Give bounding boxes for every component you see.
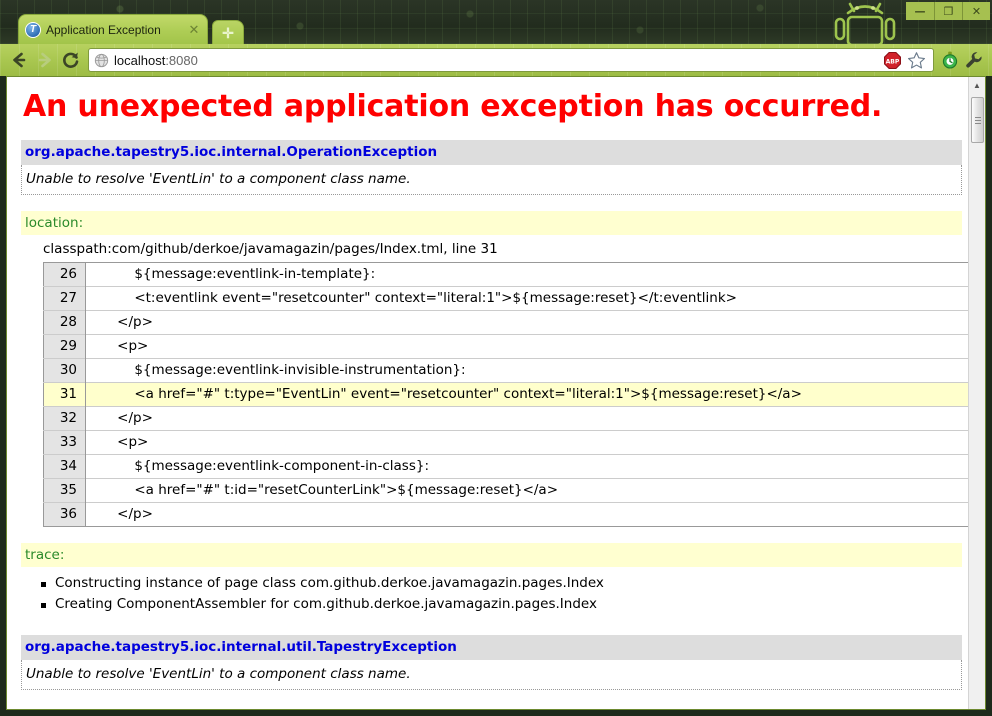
line-number: 31 xyxy=(43,382,86,407)
new-tab-button[interactable]: ✛ xyxy=(212,20,244,44)
table-row: 35 <a href="#" t:id="resetCounterLink">$… xyxy=(43,478,970,503)
adblock-plus-icon[interactable]: ABP xyxy=(880,49,904,71)
line-number: 29 xyxy=(43,334,86,359)
star-outline-icon[interactable] xyxy=(904,49,928,71)
tapestry-favicon-icon: T xyxy=(25,21,41,38)
table-row: 32 </p> xyxy=(43,406,970,431)
line-number: 32 xyxy=(43,406,86,431)
list-item: Creating ComponentAssembler for com.gith… xyxy=(41,594,962,615)
table-row: 33 <p> xyxy=(43,430,970,455)
table-row: 26 ${message:eventlink-in-template}: xyxy=(43,262,970,287)
wrench-menu-icon[interactable] xyxy=(962,48,986,72)
tab-application-exception[interactable]: T Application Exception ✕ xyxy=(18,14,208,44)
browser-toolbar: localhost:8080 ABP xyxy=(0,44,992,76)
exception-class-name: org.apache.tapestry5.ioc.internal.util.T… xyxy=(21,635,962,660)
close-icon[interactable]: ✕ xyxy=(187,23,201,36)
table-row: 29 <p> xyxy=(43,334,970,359)
line-number: 35 xyxy=(43,478,86,503)
line-code: ${message:eventlink-in-template}: xyxy=(100,266,376,282)
browser-window: — ❐ ✕ T Application Exception ✕ ✛ localh… xyxy=(0,0,992,716)
exception-class-name: org.apache.tapestry5.ioc.internal.Operat… xyxy=(21,140,962,165)
svg-text:ABP: ABP xyxy=(885,58,899,65)
table-row: 36 </p> xyxy=(43,502,970,527)
url-text: localhost:8080 xyxy=(114,53,198,68)
line-code: <a href="#" t:type="EventLin" event="res… xyxy=(85,382,970,407)
window-controls: — ❐ ✕ xyxy=(906,2,990,20)
line-code: </p> xyxy=(85,310,970,335)
list-item: Constructing instance of page class com.… xyxy=(41,573,962,594)
exception-message: Unable to resolve 'EventLin' to a compon… xyxy=(21,660,962,690)
scrollbar-thumb[interactable] xyxy=(971,97,984,143)
table-row: 27 <t:eventlink event="resetcounter" con… xyxy=(43,286,970,311)
url-host: localhost xyxy=(114,52,166,68)
table-row: 34 ${message:eventlink-component-in-clas… xyxy=(43,454,970,479)
line-code: <t:eventlink event="resetcounter" contex… xyxy=(85,286,970,311)
table-row: 30 ${message:eventlink-invisible-instrum… xyxy=(43,358,970,383)
minimize-button[interactable]: — xyxy=(906,2,934,20)
globe-icon xyxy=(94,53,109,67)
line-number: 33 xyxy=(43,430,86,455)
page-viewport: An unexpected application exception has … xyxy=(6,76,986,710)
close-button[interactable]: ✕ xyxy=(962,2,990,20)
trace-label: trace: xyxy=(21,543,962,567)
line-code: ${message:eventlink-component-in-class}: xyxy=(85,454,970,479)
vertical-scrollbar[interactable]: ▲ xyxy=(968,77,985,709)
line-number: 34 xyxy=(43,454,86,479)
tab-strip: T Application Exception ✕ ✛ xyxy=(0,14,992,44)
line-number: 30 xyxy=(43,358,86,383)
line-number: 26 xyxy=(43,262,86,287)
code-listing-body: 26 ${message:eventlink-in-template}: 27 … xyxy=(43,262,970,527)
maximize-button[interactable]: ❐ xyxy=(934,2,962,20)
green-extension-icon[interactable] xyxy=(938,48,962,72)
line-code: </p> xyxy=(85,502,970,527)
table-row: 28 </p> xyxy=(43,310,970,335)
forward-arrow-icon xyxy=(32,47,58,73)
exception-message: Unable to resolve 'EventLin' to a compon… xyxy=(21,165,962,195)
exception-page: An unexpected application exception has … xyxy=(7,77,970,709)
line-code: <p> xyxy=(85,334,970,359)
line-number: 27 xyxy=(43,286,86,311)
tab-title: Application Exception xyxy=(46,22,161,37)
table-row-error-line: 31 <a href="#" t:type="EventLin" event="… xyxy=(43,382,970,407)
line-code: </p> xyxy=(85,406,970,431)
page-title: An unexpected application exception has … xyxy=(23,89,883,124)
line-code: <p> xyxy=(85,430,970,455)
location-label: location: xyxy=(21,211,962,235)
line-number: 28 xyxy=(43,310,86,335)
code-listing-table: 26 ${message:eventlink-in-template}: 27 … xyxy=(43,262,970,527)
trace-list: Constructing instance of page class com.… xyxy=(21,567,962,619)
back-arrow-icon[interactable] xyxy=(6,47,32,73)
location-path: classpath:com/github/derkoe/javamagazin/… xyxy=(43,241,498,257)
line-code: ${message:eventlink-invisible-instrument… xyxy=(85,358,970,383)
reload-icon[interactable] xyxy=(58,47,84,73)
line-code: <a href="#" t:id="resetCounterLink">${me… xyxy=(85,478,970,503)
url-port: :8080 xyxy=(165,52,198,68)
url-bar[interactable]: localhost:8080 ABP xyxy=(88,48,934,72)
scroll-up-arrow-icon[interactable]: ▲ xyxy=(969,77,985,94)
line-number: 36 xyxy=(43,502,86,527)
